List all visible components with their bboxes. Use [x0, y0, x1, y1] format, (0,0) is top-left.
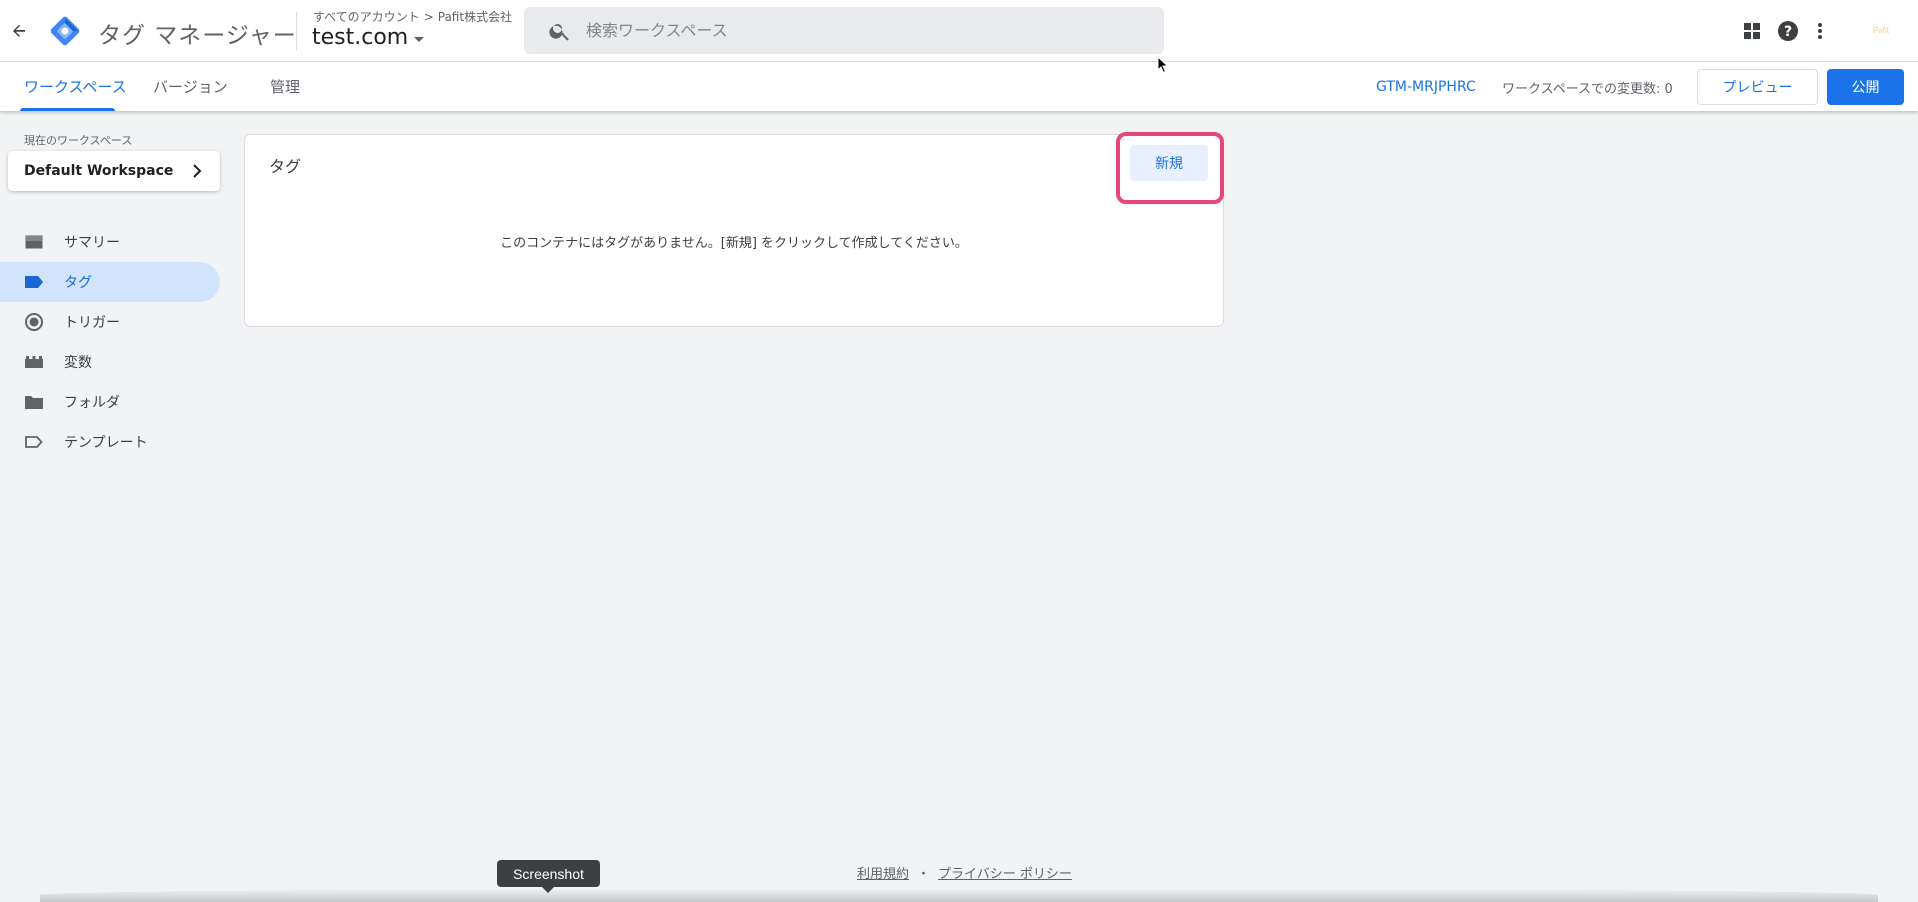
help-icon[interactable]: ?: [1776, 19, 1800, 43]
title-divider: [296, 12, 297, 50]
sidebar-item-label: トリガー: [64, 315, 120, 331]
sidebar-item-triggers[interactable]: トリガー: [0, 302, 220, 342]
mouse-cursor-icon: [1157, 56, 1169, 74]
sidebar-nav: サマリー タグ トリガー 変数 フォルダ テンプレート: [0, 222, 220, 462]
sidebar-item-label: タグ: [64, 275, 92, 291]
search-icon: [549, 23, 569, 41]
container-id-link[interactable]: GTM-MRJPHRC: [1376, 79, 1476, 95]
breadcrumb-account[interactable]: すべてのアカウント: [313, 8, 420, 25]
screenshot-tooltip: Screenshot: [497, 860, 600, 887]
sidebar-item-label: テンプレート: [64, 435, 148, 451]
tab-versions[interactable]: バージョン: [153, 62, 228, 111]
svg-text:?: ?: [1784, 24, 1792, 40]
breadcrumb-company[interactable]: Pafit株式会社: [438, 8, 512, 25]
chevron-right-icon: [193, 164, 202, 178]
container-name: test.com: [312, 25, 409, 50]
workspace-name: Default Workspace: [24, 163, 174, 179]
sidebar-item-tags[interactable]: タグ: [0, 262, 220, 302]
workspace-search[interactable]: [524, 7, 1164, 54]
empty-state-message: このコンテナにはタグがありません。[新規] をクリックして作成してください。: [500, 236, 968, 251]
top-actions: ?: [1740, 19, 1832, 43]
sidebar-item-summary[interactable]: サマリー: [0, 222, 220, 262]
top-app-bar: タグ マネージャー すべてのアカウント > Pafit株式会社 test.com…: [0, 0, 1918, 62]
footer-separator: ・: [917, 867, 931, 882]
sidebar-item-templates[interactable]: テンプレート: [0, 422, 220, 462]
template-icon: [24, 433, 44, 451]
search-input[interactable]: [586, 21, 1146, 40]
trigger-icon: [24, 313, 44, 331]
sidebar-item-variables[interactable]: 変数: [0, 342, 220, 382]
sub-navigation: ワークスペース バージョン 管理 GTM-MRJPHRC ワークスペースでの変更…: [0, 62, 1918, 111]
new-tag-button[interactable]: 新規: [1130, 145, 1208, 181]
summary-icon: [24, 233, 44, 251]
chevron-right-icon: >: [423, 9, 434, 24]
breadcrumb[interactable]: すべてのアカウント > Pafit株式会社: [313, 8, 512, 25]
apps-grid-icon[interactable]: [1740, 19, 1764, 43]
tags-card: タグ: [244, 134, 1224, 327]
terms-link[interactable]: 利用規約: [857, 863, 909, 882]
preview-button[interactable]: プレビュー: [1697, 69, 1818, 105]
workspace-changes-count: ワークスペースでの変更数: 0: [1502, 82, 1673, 97]
tag-icon: [24, 273, 44, 291]
workspace-selector[interactable]: Default Workspace: [8, 151, 220, 191]
tooltip-arrow: [542, 887, 554, 893]
footer: 利用規約 ・ プライバシー ポリシー: [857, 863, 1072, 882]
bottom-shadow: [40, 888, 1878, 902]
more-vert-icon[interactable]: [1808, 19, 1832, 43]
sidebar-item-label: 変数: [64, 355, 92, 371]
sidebar-item-folders[interactable]: フォルダ: [0, 382, 220, 422]
app-title: タグ マネージャー: [98, 23, 297, 49]
active-tab-indicator: [20, 108, 115, 111]
variables-icon: [24, 353, 44, 371]
sidebar-item-label: サマリー: [64, 235, 120, 251]
account-logo[interactable]: Pafit: [1866, 21, 1896, 39]
dropdown-caret-icon: [414, 36, 425, 42]
privacy-link[interactable]: プライバシー ポリシー: [938, 863, 1072, 882]
sidebar-item-label: フォルダ: [64, 395, 120, 411]
folder-icon: [24, 393, 44, 411]
tab-admin[interactable]: 管理: [270, 62, 300, 111]
current-workspace-label: 現在のワークスペース: [24, 134, 133, 147]
tab-workspace[interactable]: ワークスペース: [24, 62, 127, 111]
publish-button[interactable]: 公開: [1827, 69, 1904, 105]
back-arrow-icon[interactable]: [6, 18, 32, 44]
container-selector[interactable]: test.com: [312, 25, 425, 50]
card-title: タグ: [269, 157, 302, 176]
gtm-logo-icon[interactable]: [48, 14, 82, 48]
